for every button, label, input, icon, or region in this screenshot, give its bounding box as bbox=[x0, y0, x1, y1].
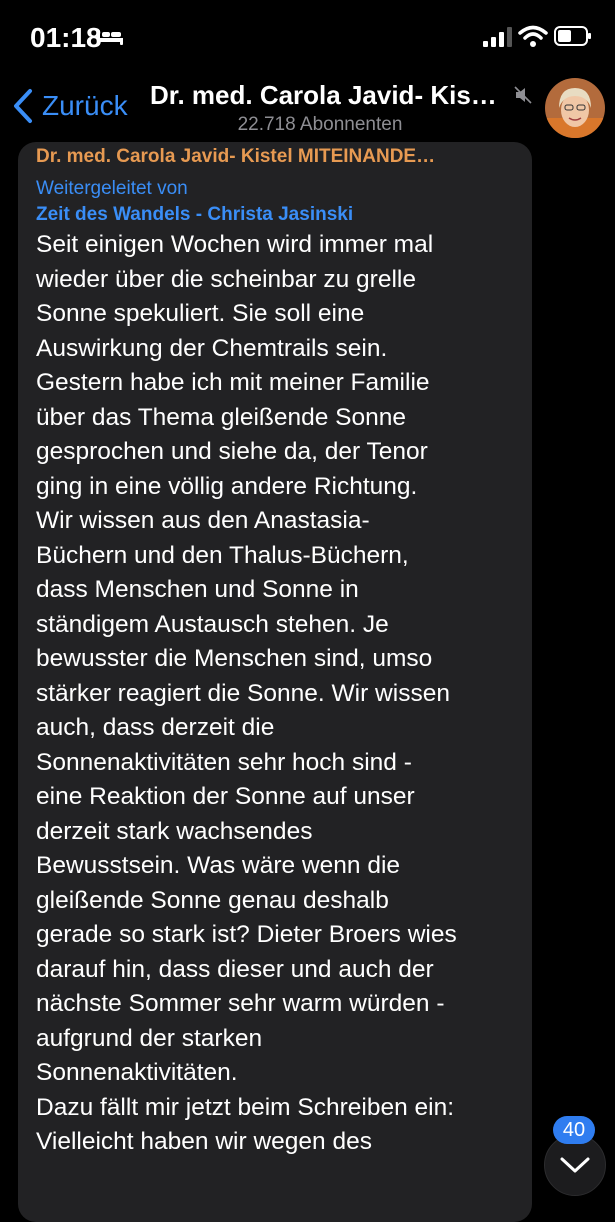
message-bubble[interactable]: Dr. med. Carola Javid- Kistel MITEINANDE… bbox=[18, 142, 532, 1222]
message-line: Dazu fällt mir jetzt beim Schreiben ein: bbox=[36, 1093, 455, 1121]
signal-icon bbox=[483, 27, 512, 47]
message-line: eine Reaktion der Sonne auf unser bbox=[36, 783, 415, 810]
message-line: über das Thema gleißende Sonne bbox=[36, 403, 407, 431]
message-line: Wir wissen aus den Anastasia- bbox=[36, 507, 370, 534]
forward-header: Weitergeleitet von Zeit des Wandels - Ch… bbox=[36, 176, 353, 228]
status-bar: 01:18 bbox=[0, 0, 615, 72]
message-line: dass Menschen und Sonne in bbox=[36, 576, 359, 603]
message-line: Sonne spekuliert. Sie soll eine bbox=[36, 300, 365, 327]
chevron-down-icon bbox=[560, 1157, 590, 1173]
chat-header: Zurück Dr. med. Carola Javid- Kis… 22.71… bbox=[0, 72, 615, 142]
back-button[interactable]: Zurück bbox=[12, 86, 128, 126]
message-line: auch, dass derzeit die bbox=[36, 714, 275, 741]
message-line: stärker reagiert die Sonne. Wir wissen bbox=[36, 679, 450, 707]
channel-title[interactable]: Dr. med. Carola Javid- Kis… bbox=[150, 80, 510, 111]
bed-icon bbox=[97, 30, 123, 45]
chevron-left-icon bbox=[14, 89, 32, 123]
message-line: ging in eine völlig andere Richtung. bbox=[36, 472, 418, 500]
message-line: gerade so stark ist? Dieter Broers wies bbox=[36, 921, 457, 948]
wifi-icon bbox=[518, 25, 548, 47]
message-line: Gestern habe ich mit meiner Familie bbox=[36, 369, 430, 396]
message-line: darauf hin, dass dieser und auch der bbox=[36, 955, 434, 983]
battery-icon bbox=[554, 26, 591, 46]
message-line: bewusster die Menschen sind, umso bbox=[36, 645, 433, 672]
forwarded-label: Weitergeleitet von bbox=[36, 178, 188, 199]
message-line: derzeit stark wachsendes bbox=[36, 817, 313, 845]
message-line: Auswirkung der Chemtrails sein. bbox=[36, 334, 388, 362]
message-line: gesprochen und siehe da, der Tenor bbox=[36, 438, 428, 465]
subscriber-count: 22.718 Abonnenten bbox=[237, 114, 403, 135]
message-line: Büchern und den Thalus-Büchern, bbox=[36, 541, 409, 569]
message-line: Seit einigen Wochen wird immer mal bbox=[36, 231, 434, 258]
message-sender[interactable]: Dr. med. Carola Javid- Kistel MITEINANDE… bbox=[36, 146, 526, 168]
unread-count-badge: 40 bbox=[553, 1116, 595, 1144]
message-line: Sonnenaktivitäten. bbox=[36, 1059, 238, 1086]
avatar[interactable] bbox=[545, 78, 605, 138]
forwarded-source[interactable]: Zeit des Wandels - Christa Jasinski bbox=[36, 202, 353, 228]
status-time: 01:18 bbox=[30, 22, 102, 53]
mute-icon bbox=[514, 86, 532, 104]
message-line: Vielleicht haben wir wegen des bbox=[36, 1128, 372, 1155]
message-line: Bewusstsein. Was wäre wenn die bbox=[36, 852, 401, 879]
message-text: Seit einigen Wochen wird immer mal wiede… bbox=[36, 228, 536, 1160]
message-line: ständigem Austausch stehen. Je bbox=[36, 610, 389, 638]
message-line: wieder über die scheinbar zu grelle bbox=[36, 265, 416, 293]
back-label: Zurück bbox=[42, 90, 128, 121]
message-line: nächste Sommer sehr warm würden - bbox=[36, 990, 445, 1017]
message-line: Sonnenaktivitäten sehr hoch sind - bbox=[36, 748, 412, 776]
message-line: gleißende Sonne genau deshalb bbox=[36, 886, 389, 914]
message-line: aufgrund der starken bbox=[36, 1024, 263, 1052]
